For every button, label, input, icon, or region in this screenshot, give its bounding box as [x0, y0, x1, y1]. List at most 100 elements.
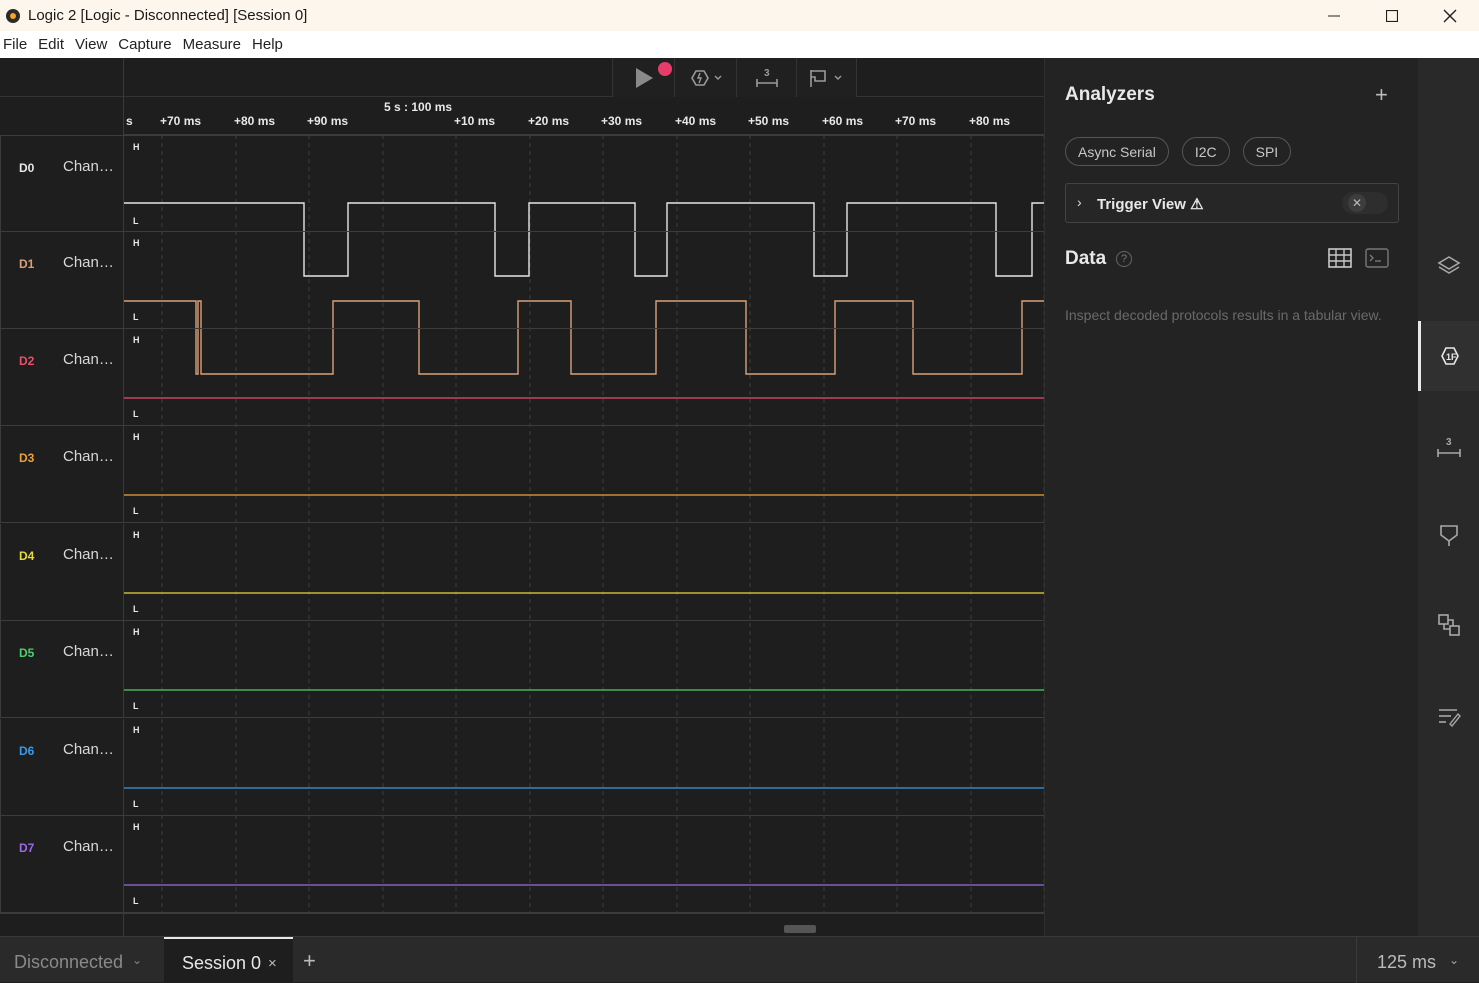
data-description: Inspect decoded protocols results in a t… [1065, 307, 1382, 323]
channel-label[interactable]: D0 Chan… [0, 136, 124, 233]
channel-name[interactable]: Chan… [63, 838, 114, 855]
trigger-view-row[interactable]: › Trigger View ⚠ ✕ [1065, 183, 1399, 223]
channel-label[interactable]: D2 Chan… [0, 329, 124, 426]
side-icon-rail: 1F 3 [1418, 58, 1479, 936]
low-level-marker: L [133, 701, 139, 711]
menu-help[interactable]: Help [249, 36, 291, 53]
table-view-icon[interactable] [1328, 248, 1352, 268]
channel-name[interactable]: Chan… [63, 158, 114, 175]
channel-row-d6[interactable]: D6 Chan… H L [0, 719, 1044, 816]
channel-label[interactable]: D4 Chan… [0, 524, 124, 621]
rail-markers-button[interactable] [1418, 500, 1479, 570]
channel-label[interactable]: D3 Chan… [0, 426, 124, 523]
chevron-down-icon[interactable]: ⌄ [1449, 953, 1459, 967]
scroll-corner [0, 913, 124, 936]
maximize-button[interactable] [1363, 0, 1421, 31]
channel-label[interactable]: D1 Chan… [0, 232, 124, 329]
channel-row-d2[interactable]: D2 Chan… H L [0, 329, 1044, 426]
svg-text:3: 3 [764, 68, 770, 79]
channel-id: D4 [19, 549, 35, 563]
waveform-area[interactable]: 3 5 s : 100 ms s +70 ms +80 ms +90 ms +1… [0, 58, 1044, 936]
channel-label-header [0, 58, 124, 135]
channel-row-d0[interactable]: D0 Chan… H L [0, 135, 1044, 233]
menu-file[interactable]: File [0, 36, 35, 53]
capture-toolbar: 3 [612, 58, 857, 97]
channel-name[interactable]: Chan… [63, 254, 114, 271]
channel-label[interactable]: D7 Chan… [0, 816, 124, 913]
marker-button[interactable] [796, 58, 857, 97]
measure-button[interactable]: 3 [736, 58, 796, 97]
terminal-view-icon[interactable] [1365, 248, 1389, 268]
help-icon[interactable]: ? [1116, 251, 1132, 267]
trigger-view-toggle[interactable]: ✕ [1342, 192, 1388, 214]
i2c-chip[interactable]: I2C [1181, 137, 1230, 166]
rail-analyzers-button[interactable]: 1F [1418, 321, 1479, 391]
close-icon[interactable]: ✕ [1348, 194, 1366, 212]
device-status-dropdown[interactable]: Disconnected [14, 952, 123, 973]
channel-id: D0 [19, 161, 35, 175]
minimize-icon [1328, 15, 1340, 16]
window-title: Logic 2 [Logic - Disconnected] [Session … [28, 7, 308, 24]
session-tab[interactable]: Session 0 × [164, 937, 293, 983]
high-level-marker: H [133, 725, 140, 735]
channel-name[interactable]: Chan… [63, 643, 114, 660]
channel-row-d5[interactable]: D5 Chan… H L [0, 621, 1044, 718]
high-level-marker: H [133, 627, 140, 637]
async-serial-chip[interactable]: Async Serial [1065, 137, 1169, 166]
play-icon [635, 67, 653, 88]
low-level-marker: L [133, 216, 139, 226]
analyzers-title: Analyzers [1065, 84, 1155, 105]
close-icon [1443, 9, 1457, 22]
chevron-right-icon[interactable]: › [1077, 194, 1082, 210]
timeline-tick: +10 ms [454, 114, 496, 128]
low-level-marker: L [133, 604, 139, 614]
channel-name[interactable]: Chan… [63, 351, 114, 368]
close-button[interactable] [1421, 0, 1479, 31]
rail-measure-button[interactable]: 3 [1418, 412, 1479, 482]
menu-capture[interactable]: Capture [115, 36, 179, 53]
analyzer-shortcuts: Async Serial I2C SPI [1065, 137, 1292, 166]
chevron-down-icon[interactable]: ⌄ [132, 953, 142, 967]
channel-name[interactable]: Chan… [63, 546, 114, 563]
scrollbar-thumb[interactable] [784, 925, 816, 933]
svg-text:3: 3 [1446, 437, 1452, 448]
rail-notes-button[interactable] [1418, 681, 1479, 751]
channel-id: D3 [19, 451, 35, 465]
channel-id: D6 [19, 744, 35, 758]
trigger-view-label: Trigger View ⚠ [1097, 196, 1204, 213]
channel-row-d1[interactable]: D1 Chan… H L [0, 232, 1044, 329]
rail-extensions-button[interactable] [1418, 590, 1479, 660]
menu-measure[interactable]: Measure [180, 36, 249, 53]
channel-id: D5 [19, 646, 35, 660]
rail-layers-button[interactable] [1418, 230, 1479, 300]
channel-label[interactable]: D6 Chan… [0, 719, 124, 816]
title-bar: Logic 2 [Logic - Disconnected] [Session … [0, 0, 1479, 31]
channel-row-d4[interactable]: D4 Chan… H L [0, 524, 1044, 621]
timeline-tick: +60 ms [822, 114, 864, 128]
new-session-button[interactable]: + [303, 948, 316, 974]
timeline-tick: +50 ms [748, 114, 790, 128]
timeline-tick: +70 ms [160, 114, 202, 128]
trigger-mode-button[interactable] [674, 58, 736, 97]
channel-row-d3[interactable]: D3 Chan… H L [0, 426, 1044, 523]
minimize-button[interactable] [1305, 0, 1363, 31]
measure-icon: 3 [1436, 437, 1461, 457]
channel-row-d7[interactable]: D7 Chan… H L [0, 816, 1044, 913]
channel-name[interactable]: Chan… [63, 448, 114, 465]
channel-name[interactable]: Chan… [63, 741, 114, 758]
timeline-center-label: 5 s : 100 ms [384, 100, 453, 114]
start-capture-button[interactable] [612, 58, 674, 97]
zoom-level-dropdown[interactable]: 125 ms ⌄ [1356, 937, 1479, 983]
high-level-marker: H [133, 530, 140, 540]
menu-edit[interactable]: Edit [35, 36, 72, 53]
timeline-ruler[interactable]: 5 s : 100 ms s +70 ms +80 ms +90 ms +10 … [124, 97, 1044, 135]
channel-label[interactable]: D5 Chan… [0, 621, 124, 718]
horizontal-scrollbar[interactable] [124, 913, 1044, 936]
add-analyzer-button[interactable]: + [1375, 82, 1388, 108]
close-tab-icon[interactable]: × [268, 955, 277, 972]
status-bar: Disconnected ⌄ Session 0 × + 125 ms ⌄ [0, 936, 1479, 983]
app-logo-icon [6, 8, 20, 23]
menu-view[interactable]: View [72, 36, 115, 53]
timeline-tick: +30 ms [601, 114, 643, 128]
spi-chip[interactable]: SPI [1242, 137, 1292, 166]
